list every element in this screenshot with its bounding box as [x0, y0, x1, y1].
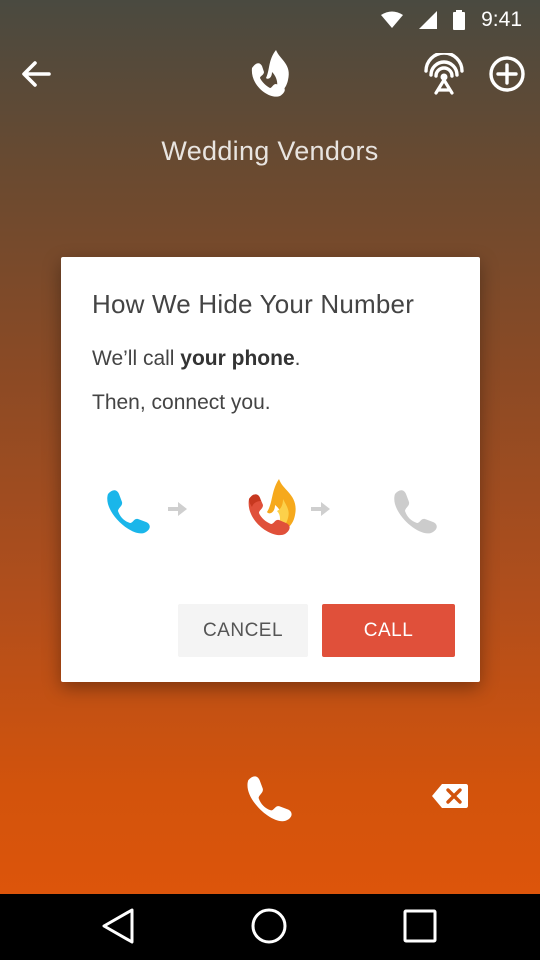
app-logo	[244, 48, 296, 105]
app-screen: 9:41 Wedding Vendors How We Hide Your Nu…	[0, 0, 540, 960]
call-button[interactable]: CALL	[322, 604, 455, 657]
cell-signal-icon	[419, 11, 438, 29]
back-button[interactable]	[10, 50, 62, 102]
burner-flame-phone-icon	[241, 475, 303, 541]
backspace-icon	[432, 783, 468, 814]
nav-recents-button[interactable]	[396, 904, 444, 952]
line1-bold: your phone	[180, 347, 295, 370]
cancel-button[interactable]: CANCEL	[178, 604, 308, 657]
burner-phone-flame-icon	[246, 48, 294, 105]
add-button[interactable]	[481, 50, 533, 102]
line1-prefix: We’ll call	[92, 347, 181, 370]
phone-icon	[242, 772, 296, 831]
dialog-message-line2: Then, connect you.	[92, 391, 271, 414]
arrow-right-icon	[167, 499, 189, 519]
line1-suffix: .	[294, 347, 301, 370]
status-time: 9:41	[481, 8, 522, 31]
arrow-right-icon	[310, 499, 332, 519]
dial-call-button[interactable]	[240, 772, 298, 830]
phone-icon	[386, 483, 444, 541]
dialog-title: How We Hide Your Number	[92, 289, 415, 319]
wifi-icon	[381, 11, 404, 29]
triangle-back-icon	[100, 907, 136, 950]
toolbar	[0, 44, 540, 108]
battery-icon	[453, 10, 466, 30]
backspace-button[interactable]	[428, 780, 472, 816]
arrow-left-icon	[19, 57, 53, 96]
broadcast-button[interactable]	[418, 50, 470, 102]
circle-home-icon	[250, 907, 288, 950]
phone-icon	[99, 483, 157, 541]
nav-home-button[interactable]	[245, 904, 293, 952]
square-recents-icon	[402, 908, 438, 949]
broadcast-antenna-icon	[423, 50, 465, 100]
plus-circle-icon	[488, 55, 526, 98]
page-title: Wedding Vendors	[161, 136, 379, 166]
system-nav-bar	[0, 894, 540, 960]
nav-back-button[interactable]	[94, 904, 142, 952]
status-bar: 9:41	[0, 0, 540, 40]
dialog-message-line1: We’ll call your phone.	[92, 347, 300, 371]
hide-number-dialog: How We Hide Your Number We’ll call your …	[61, 257, 480, 682]
